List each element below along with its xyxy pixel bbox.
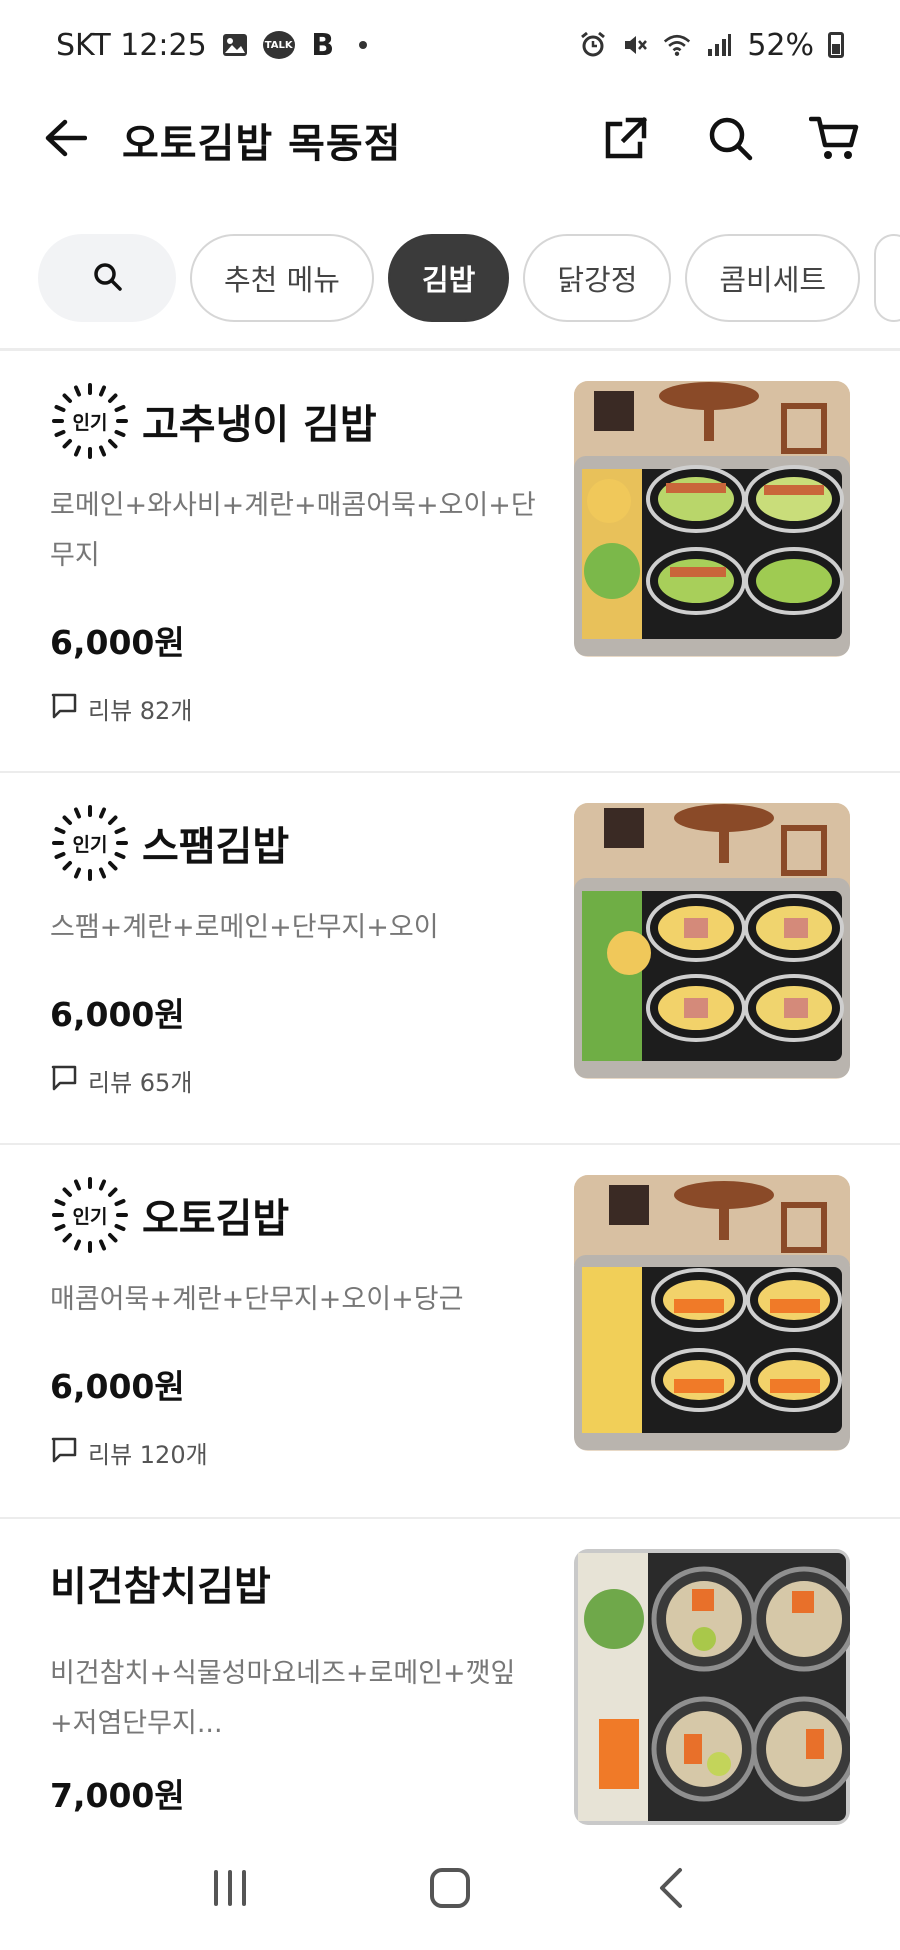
kakaotalk-icon: TALK (262, 31, 295, 59)
menu-item[interactable]: 비건참치김밥 비건참치+식물성마요네즈+로메인+깻잎+저염단무지... 7,00… (0, 1519, 900, 1839)
menu-list: 인기 고추냉이 김밥 로메인+와사비+계란+매콤어묵+오이+단무지 6,000원… (0, 351, 900, 1839)
tab-gimbap[interactable]: 김밥 (387, 234, 510, 322)
battery-percent: 52% (747, 27, 814, 63)
recent-apps-button[interactable] (195, 1855, 265, 1925)
menu-item-photo[interactable] (574, 1549, 850, 1825)
menu-item-desc: 스팸+계란+로메인+단무지+오이 (50, 912, 439, 943)
menu-item-name: 스팸김밥 (142, 824, 290, 870)
search-icon (707, 115, 753, 165)
band-icon: B (311, 27, 335, 63)
chevron-left-icon (654, 1866, 686, 1914)
menu-item-header: 인기 스팸김밥 (50, 803, 289, 883)
recent-apps-icon (210, 1868, 250, 1912)
menu-item[interactable]: 인기 고추냉이 김밥 로메인+와사비+계란+매콤어묵+오이+단무지 6,000원… (0, 351, 900, 773)
menu-item-name: 비건참치김밥 (50, 1564, 271, 1610)
review-count: 리뷰 82개 (88, 697, 193, 725)
comment-icon (50, 1436, 78, 1470)
menu-item-name: 고추냉이 김밥 (142, 402, 377, 448)
system-nav-bar (0, 1830, 900, 1950)
signal-icon (705, 31, 733, 59)
tab-recommended[interactable]: 추천 메뉴 (190, 234, 374, 322)
menu-item-name: 오토김밥 (142, 1196, 290, 1242)
gallery-icon (221, 31, 249, 59)
carrier-time: SKT 12:25 (56, 27, 207, 63)
review-count: 리뷰 120개 (88, 1441, 208, 1469)
badge-label: 인기 (72, 411, 108, 434)
alarm-icon (579, 31, 607, 59)
comment-icon (50, 692, 78, 726)
menu-search-button[interactable] (38, 234, 176, 322)
search-icon (92, 261, 122, 295)
store-title: 오토김밥 목동점 (122, 121, 402, 167)
popular-badge: 인기 (50, 381, 130, 461)
tab-dakgangjeong[interactable]: 닭강정 (523, 234, 672, 322)
menu-item-photo[interactable] (574, 803, 850, 1079)
menu-item-header: 인기 오토김밥 (50, 1175, 289, 1255)
status-left: SKT 12:25 TALK B (56, 28, 367, 63)
popular-badge: 인기 (50, 803, 130, 883)
system-back-button[interactable] (635, 1855, 705, 1925)
back-button[interactable] (40, 115, 90, 165)
menu-item-desc: 로메인+와사비+계란+매콤어묵+오이+단무지 (50, 490, 536, 571)
menu-item-price: 6,000원 (50, 995, 185, 1034)
tab-combo-set[interactable]: 콤비세트 (685, 234, 861, 322)
menu-item-price: 7,000원 (50, 1776, 185, 1815)
menu-item-header: 인기 고추냉이 김밥 (50, 381, 377, 461)
cart-button[interactable] (808, 114, 860, 166)
status-right: 52% (579, 28, 844, 63)
menu-item-header: 비건참치김밥 (50, 1554, 271, 1612)
tab-more[interactable] (874, 234, 900, 322)
arrow-left-icon (43, 118, 88, 162)
home-button[interactable] (415, 1855, 485, 1925)
menu-item-review: 리뷰 120개 (50, 1435, 208, 1470)
popular-badge: 인기 (50, 1175, 130, 1255)
search-button[interactable] (704, 114, 756, 166)
menu-item-price: 6,000원 (50, 1367, 185, 1406)
app-header: 오토김밥 목동점 (0, 90, 900, 190)
menu-item[interactable]: 인기 오토김밥 매콤어묵+계란+단무지+오이+당근 6,000원 리뷰 120개 (0, 1145, 900, 1519)
menu-item-photo[interactable] (574, 1175, 850, 1451)
menu-item-price: 6,000원 (50, 623, 185, 662)
badge-label: 인기 (72, 833, 108, 856)
comment-icon (50, 1064, 78, 1098)
mute-icon (621, 31, 649, 59)
share-button[interactable] (600, 114, 652, 166)
review-count: 리뷰 65개 (88, 1069, 193, 1097)
wifi-icon (663, 31, 691, 59)
status-bar: SKT 12:25 TALK B 52% (0, 0, 900, 90)
header-actions (600, 114, 860, 166)
notification-dot-icon (358, 41, 367, 49)
menu-item-desc: 매콤어묵+계란+단무지+오이+당근 (50, 1284, 464, 1315)
menu-item-photo[interactable] (574, 381, 850, 657)
menu-item[interactable]: 인기 스팸김밥 스팸+계란+로메인+단무지+오이 6,000원 리뷰 65개 (0, 773, 900, 1145)
menu-item-desc: 비건참치+식물성마요네즈+로메인+깻잎+저염단무지... (50, 1658, 516, 1739)
badge-label: 인기 (72, 1205, 108, 1228)
cart-icon (808, 115, 859, 165)
menu-item-review: 리뷰 82개 (50, 691, 192, 726)
battery-icon (828, 32, 844, 58)
share-icon (604, 116, 648, 164)
category-tabs: 추천 메뉴 김밥 닭강정 콤비세트 (0, 228, 900, 328)
menu-item-review: 리뷰 65개 (50, 1063, 192, 1098)
home-icon (429, 1867, 471, 1913)
